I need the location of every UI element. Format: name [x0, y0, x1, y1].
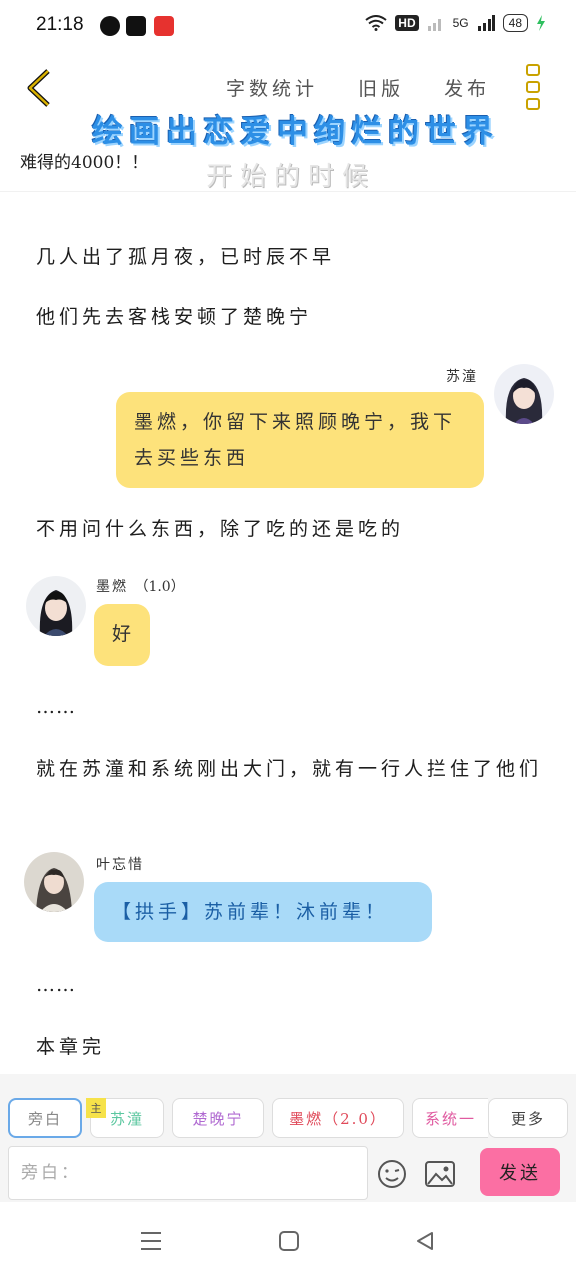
role-label: 系统一 [424, 1109, 476, 1128]
home-icon [279, 1231, 299, 1251]
message-bubble[interactable]: 墨燃，你留下来照顾晚宁，我下去买些东西 [116, 392, 484, 488]
banner-title: 绘画出恋爱中绚烂的世界 [92, 114, 499, 150]
nav-home-button[interactable] [278, 1230, 300, 1256]
nav-menu-button[interactable] [140, 1230, 162, 1256]
battery-level: 48 [508, 16, 522, 30]
status-bar: 21:18 HD 5G 48 [0, 0, 576, 52]
back-button[interactable] [22, 68, 58, 108]
editor-header: 字数统计 旧版 发布 绘画出恋爱中绚烂的世界 开始的时候 难得的4000！！ [0, 52, 576, 192]
main-role-tag: 主 [86, 1098, 106, 1118]
input-area: 发送 [0, 1146, 576, 1202]
narration-line[interactable]: 就在苏潼和系统刚出大门，就有一行人拦住了他们 [36, 752, 546, 786]
role-label: 墨燃（2.0） [289, 1109, 387, 1128]
battery-indicator: 48 [502, 14, 528, 32]
role-narrator-button[interactable]: 旁白 [8, 1098, 82, 1138]
role-moran-button[interactable]: 墨燃（2.0） [272, 1098, 404, 1138]
status-time: 21:18 [36, 14, 84, 35]
role-chuwanning-button[interactable]: 楚晚宁 [172, 1098, 264, 1138]
more-roles-button[interactable]: 更多 [488, 1098, 568, 1138]
image-icon [425, 1161, 455, 1187]
chevron-left-icon [27, 69, 50, 107]
speaker-label: 墨燃 [96, 579, 128, 595]
old-version-link[interactable]: 旧版 [358, 78, 404, 100]
role-label: 楚晚宁 [192, 1109, 244, 1128]
header-menu: 字数统计 旧版 发布 [226, 74, 490, 101]
send-button[interactable]: 发送 [480, 1148, 560, 1196]
narration-line[interactable]: 不用问什么东西，除了吃的还是吃的 [36, 512, 546, 546]
signal-full-icon [477, 15, 495, 31]
avatar[interactable] [494, 364, 554, 424]
menu-icon [141, 1232, 161, 1250]
signal-label: 5G [452, 16, 469, 30]
app-icon-1 [100, 16, 120, 36]
speaker-name: 叶忘惜 [96, 857, 144, 873]
image-button[interactable] [424, 1160, 456, 1188]
emoji-button[interactable] [376, 1158, 408, 1190]
narration-line[interactable]: …… [36, 690, 546, 724]
app-icon-2 [126, 16, 146, 36]
hd-badge: HD [395, 15, 419, 31]
wifi-icon [365, 15, 387, 31]
narration-line[interactable]: 他们先去客栈安顿了楚晚宁 [36, 300, 546, 334]
nav-back-button[interactable] [414, 1230, 436, 1256]
speaker-name: 墨燃 （1.0） [96, 576, 185, 596]
avatar[interactable] [24, 852, 84, 912]
more-dot-icon [526, 64, 540, 76]
system-nav-bar [0, 1202, 576, 1280]
more-dot-icon [526, 98, 540, 110]
avatar[interactable] [26, 576, 86, 636]
message-bubble[interactable]: 【拱手】苏前辈！沐前辈！ [94, 882, 432, 942]
role-label: 更多 [510, 1109, 545, 1128]
narration-line[interactable]: 几人出了孤月夜，已时辰不早 [36, 240, 546, 274]
banner-subtitle: 开始的时候 [206, 162, 377, 192]
message-input[interactable] [8, 1146, 368, 1200]
app-icon-3 [154, 16, 174, 36]
back-triangle-icon [417, 1232, 433, 1250]
chat-area[interactable]: 几人出了孤月夜，已时辰不早 他们先去客栈安顿了楚晚宁 苏潼 墨燃，你留下来照顾晚… [0, 192, 576, 1074]
author-note: 难得的4000！！ [20, 153, 149, 173]
role-label: 旁白 [27, 1109, 62, 1128]
speaker-tag: （1.0） [134, 579, 185, 595]
narration-line[interactable]: …… [36, 968, 546, 1002]
status-right: HD 5G 48 [365, 14, 546, 32]
more-options-button[interactable] [526, 64, 542, 110]
charging-icon [537, 15, 545, 31]
signal-icon [427, 19, 441, 31]
more-dot-icon [526, 81, 540, 93]
role-system-button[interactable]: 系统一 [412, 1098, 488, 1138]
role-label: 苏潼 [109, 1109, 144, 1128]
word-count-link[interactable]: 字数统计 [226, 78, 318, 100]
speaker-name: 苏潼 [446, 369, 478, 385]
narration-line[interactable]: 本章完 [36, 1030, 546, 1064]
message-bubble[interactable]: 好 [94, 604, 150, 666]
smiley-icon [378, 1160, 406, 1188]
publish-link[interactable]: 发布 [444, 78, 490, 100]
